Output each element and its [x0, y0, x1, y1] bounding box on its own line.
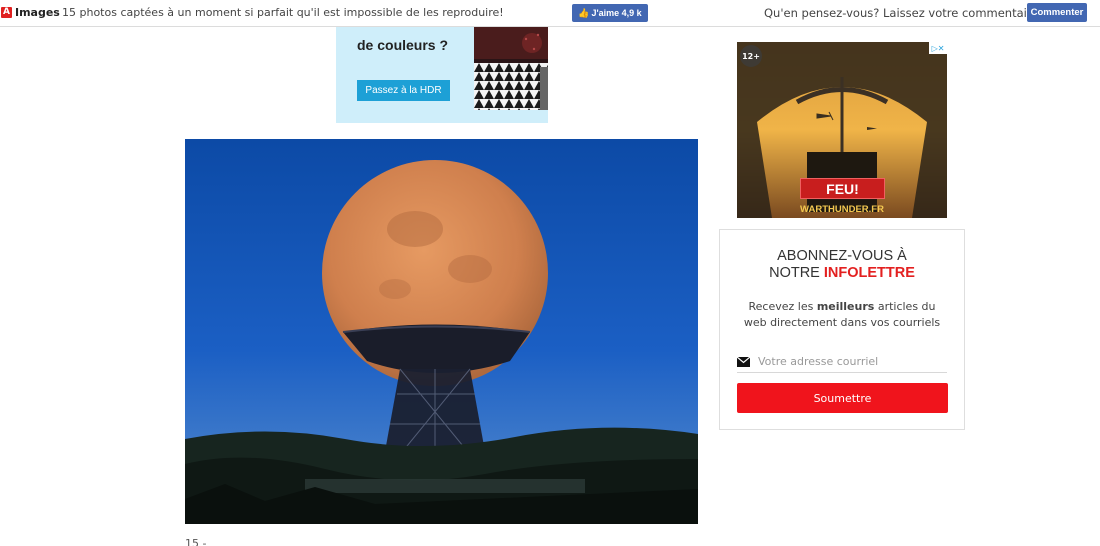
comment-button[interactable]: Commenter: [1027, 3, 1087, 22]
sidebar-ad[interactable]: 12+ ▷✕ FEU! WARTHUNDER.FR: [737, 42, 947, 218]
banner-ad-title: de couleurs ?: [357, 37, 449, 53]
article-headline: 15 photos captées à un moment si parfait…: [62, 6, 504, 19]
comment-prompt: Qu'en pensez-vous? Laissez votre comment…: [764, 6, 1059, 20]
envelope-icon: [736, 352, 751, 371]
email-field-wrapper: [736, 351, 947, 373]
adchoices-icon[interactable]: ▷✕: [929, 42, 947, 54]
age-rating-badge: 12+: [740, 45, 762, 67]
ad-domain-label: WARTHUNDER.FR: [800, 204, 884, 215]
newsletter-title-line1: ABONNEZ-VOUS À: [777, 248, 907, 264]
ad-fire-button[interactable]: FEU!: [800, 178, 885, 199]
banner-ad-cta-button[interactable]: Passez à la HDR: [357, 80, 450, 101]
newsletter-box: ABONNEZ-VOUS À NOTRE INFOLETTRE Recevez …: [719, 229, 965, 430]
desc-text-before: Recevez les: [748, 300, 817, 313]
brand-logo-icon[interactable]: A: [1, 7, 12, 18]
desc-text-bold: meilleurs: [816, 300, 875, 313]
submit-button[interactable]: Soumettre: [737, 383, 948, 413]
newsletter-title-prefix: NOTRE: [769, 265, 824, 281]
banner-ad[interactable]: de couleurs ? Passez à la HDR: [336, 27, 548, 123]
facebook-like-button[interactable]: 👍 J'aime 4,9 k: [572, 4, 648, 22]
newsletter-title: ABONNEZ-VOUS À NOTRE INFOLETTRE: [720, 248, 964, 282]
category-label[interactable]: Images: [15, 6, 60, 19]
thumbs-up-icon: 👍: [578, 7, 590, 18]
banner-ad-image[interactable]: [474, 27, 548, 110]
newsletter-title-accent: INFOLETTRE: [823, 265, 915, 281]
category-separator: :: [56, 6, 60, 19]
like-count-label: J'aime 4,9 k: [591, 8, 642, 18]
newsletter-title-line2: NOTRE INFOLETTRE: [720, 265, 964, 282]
newsletter-description: Recevez les meilleurs articles du web di…: [736, 299, 948, 331]
photo-caption: 15 -: [185, 537, 207, 546]
email-input[interactable]: [758, 355, 938, 368]
main-photo-telescope-moon[interactable]: [185, 139, 698, 524]
top-bar: A Images : 15 photos captées à un moment…: [0, 0, 1100, 27]
